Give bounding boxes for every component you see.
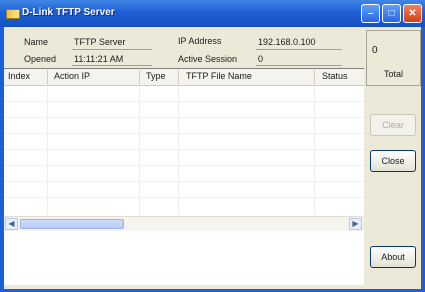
- title-bar: D-Link TFTP Server – □ ✕: [0, 0, 425, 28]
- close-dialog-button[interactable]: Close: [370, 150, 416, 172]
- grid-line: [47, 86, 48, 215]
- total-counter: 0 Total: [366, 30, 421, 86]
- window-title: D-Link TFTP Server: [22, 7, 115, 18]
- column-header-action-ip[interactable]: Action IP: [54, 71, 90, 81]
- transfer-list[interactable]: Index Action IP Type TFTP File Name Stat…: [4, 68, 364, 285]
- grid-line: [4, 197, 364, 198]
- active-session-value: 0: [258, 54, 264, 64]
- name-underline: [72, 49, 152, 50]
- clear-button[interactable]: Clear: [370, 114, 416, 136]
- sessions-underline: [256, 65, 342, 66]
- column-header-type[interactable]: Type: [146, 71, 166, 81]
- column-header-file-name[interactable]: TFTP File Name: [186, 71, 252, 81]
- grid-line: [4, 165, 364, 166]
- scroll-right-button[interactable]: ▶: [349, 218, 362, 230]
- scroll-left-button[interactable]: ◀: [5, 218, 18, 230]
- scroll-right-icon: ▶: [352, 219, 359, 228]
- grid-line: [4, 133, 364, 134]
- ip-address-value: 192.168.0.100: [258, 37, 316, 47]
- close-icon: ✕: [408, 8, 417, 19]
- grid-line: [4, 117, 364, 118]
- column-divider[interactable]: [178, 70, 179, 84]
- grid-line: [139, 86, 140, 215]
- maximize-icon: □: [388, 8, 395, 19]
- horizontal-scrollbar[interactable]: ◀ ▶: [4, 216, 364, 231]
- ip-address-label: IP Address: [178, 36, 222, 46]
- total-label: Total: [384, 69, 404, 79]
- name-label: Name: [24, 37, 49, 47]
- close-button[interactable]: ✕: [403, 4, 422, 23]
- column-header-index[interactable]: Index: [8, 71, 30, 81]
- scroll-left-icon: ◀: [8, 219, 15, 228]
- maximize-button[interactable]: □: [382, 4, 401, 23]
- list-header: Index Action IP Type TFTP File Name Stat…: [4, 69, 364, 86]
- app-icon: [6, 9, 20, 19]
- column-divider[interactable]: [139, 70, 140, 84]
- grid-line: [4, 101, 364, 102]
- side-panel: 0 Total Clear Close About: [366, 28, 421, 288]
- about-button[interactable]: About: [370, 246, 416, 268]
- minimize-button[interactable]: –: [361, 4, 380, 23]
- active-session-label: Active Session: [178, 54, 238, 64]
- grid-line: [4, 149, 364, 150]
- grid-line: [314, 86, 315, 215]
- opened-label: Opened: [24, 54, 57, 64]
- grid-line: [4, 181, 364, 182]
- ip-underline: [256, 49, 342, 50]
- scrollbar-thumb[interactable]: [20, 219, 124, 229]
- column-divider[interactable]: [314, 70, 315, 84]
- log-area: [4, 231, 364, 285]
- name-value: TFTP Server: [74, 37, 126, 47]
- grid-line: [178, 86, 179, 215]
- window-border: [421, 27, 425, 292]
- column-divider[interactable]: [47, 70, 48, 84]
- opened-value: 11:11:21 AM: [74, 54, 124, 64]
- column-header-status[interactable]: Status: [322, 71, 348, 81]
- opened-underline: [72, 65, 152, 66]
- total-count-value: 0: [372, 45, 378, 56]
- minimize-icon: –: [367, 8, 374, 19]
- server-info-panel: Name TFTP Server IP Address 192.168.0.10…: [4, 28, 364, 68]
